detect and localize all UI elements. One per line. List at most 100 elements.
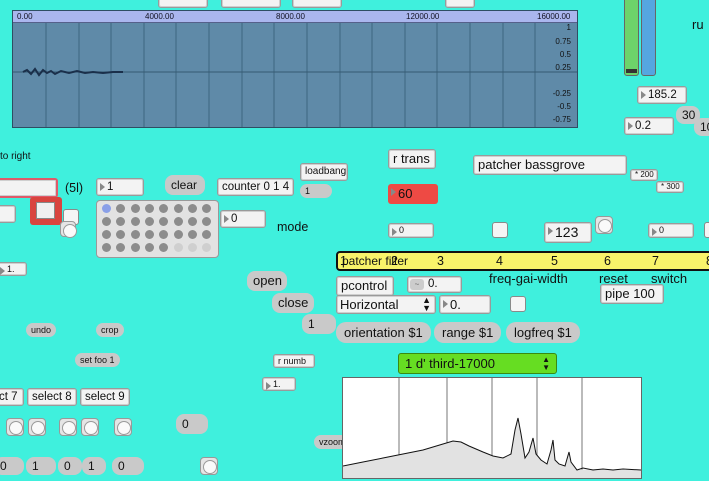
pipe-100-object[interactable]: pipe 100 — [600, 284, 664, 304]
matrix-cell[interactable] — [116, 204, 126, 213]
loadbang-object[interactable]: loadbang — [300, 163, 348, 181]
orientation-number-box[interactable]: 0. — [439, 295, 491, 314]
close-button[interactable]: close — [272, 293, 314, 313]
bang-button[interactable] — [28, 418, 46, 436]
orientation-message[interactable]: orientation $1 — [336, 322, 431, 343]
bang-button[interactable] — [81, 418, 99, 436]
record-toggle[interactable] — [30, 197, 62, 225]
r-trans-object[interactable]: r trans — [388, 149, 436, 169]
matrix-cell[interactable] — [159, 217, 169, 226]
matrix-cell[interactable] — [202, 217, 212, 226]
matrix-cell[interactable] — [173, 243, 183, 252]
matrix-cell[interactable] — [102, 217, 111, 226]
matrix-cell[interactable] — [187, 243, 197, 252]
zero-message[interactable]: 0 — [176, 414, 208, 434]
int-number-box[interactable]: 0 — [648, 223, 694, 238]
matrix-cell[interactable] — [159, 230, 169, 239]
int-number-box[interactable]: 0 — [388, 223, 434, 238]
number-message[interactable]: 0 — [58, 457, 82, 475]
bang-button[interactable] — [6, 418, 24, 436]
matrix-cell[interactable] — [202, 243, 212, 252]
pcontrol-number-box[interactable]: ~ 0. — [407, 276, 462, 293]
multiply-300-object[interactable]: * 300 — [656, 181, 684, 193]
top-object-partial[interactable] — [445, 0, 475, 8]
bang-button[interactable] — [59, 418, 77, 436]
matrix-cell[interactable] — [144, 204, 154, 213]
number-message[interactable]: 1 — [82, 457, 106, 475]
int-number-box[interactable]: 1 — [96, 178, 144, 196]
numb-output-number[interactable]: 1. — [262, 377, 296, 391]
matrix-cell[interactable] — [130, 230, 140, 239]
matrix-cell[interactable] — [187, 230, 197, 239]
clear-button[interactable]: clear — [165, 175, 205, 195]
number-message-10[interactable]: 10 — [694, 118, 709, 136]
loadbang-output[interactable]: 1 — [300, 184, 332, 198]
select-7-object[interactable]: ct 7 — [0, 388, 24, 406]
number-message[interactable]: 1 — [26, 457, 56, 475]
r-numb-object[interactable]: r numb — [273, 354, 315, 368]
matrix-cell[interactable] — [130, 217, 140, 226]
patcher-bassgrove-object[interactable]: patcher bassgrove — [473, 155, 627, 175]
matrix-cell[interactable] — [102, 243, 111, 252]
bang-button[interactable] — [595, 216, 613, 234]
logfreq-message[interactable]: logfreq $1 — [506, 322, 580, 343]
button-matrix[interactable] — [96, 200, 219, 258]
float-number-box[interactable]: 1. — [0, 262, 27, 276]
preset-menu[interactable]: 1 d' third-17000 ▲ ▼ — [398, 353, 557, 374]
pcontrol-object[interactable]: pcontrol — [336, 276, 394, 296]
float-number-02[interactable]: 0.2 — [624, 117, 674, 135]
matrix-cell[interactable] — [102, 230, 111, 239]
matrix-cell[interactable] — [187, 204, 197, 213]
spectrum-display[interactable] — [342, 377, 642, 479]
top-object-partial[interactable] — [158, 0, 208, 8]
close-number-message[interactable]: 1 — [302, 314, 336, 334]
trans-number-box[interactable]: 60 — [388, 184, 438, 204]
multiply-200-object[interactable]: * 200 — [630, 169, 658, 181]
matrix-cell[interactable] — [144, 230, 154, 239]
patcher-filter-object[interactable]: patcher filter — [338, 253, 408, 269]
matrix-cell[interactable] — [202, 204, 212, 213]
number-message[interactable]: 0 — [112, 457, 144, 475]
matrix-cell[interactable] — [159, 204, 169, 213]
tab-label[interactable]: 3 — [437, 253, 444, 270]
toggle[interactable] — [704, 222, 709, 238]
matrix-cell[interactable] — [173, 230, 183, 239]
set-foo-button[interactable]: set foo 1 — [75, 353, 120, 367]
undo-button[interactable]: undo — [26, 323, 57, 337]
float-number-185[interactable]: 185.2 — [637, 86, 687, 104]
bang-button[interactable] — [60, 221, 77, 238]
counter-output-number[interactable]: 0 — [220, 210, 266, 228]
matrix-cell[interactable] — [144, 243, 154, 252]
toggle[interactable] — [492, 222, 508, 238]
tab-label[interactable]: 5 — [551, 253, 558, 270]
toggle[interactable] — [510, 296, 526, 312]
matrix-cell[interactable] — [202, 230, 212, 239]
small-field[interactable] — [0, 205, 16, 223]
tab-label[interactable]: 7 — [652, 253, 659, 270]
number-message[interactable]: 0 — [0, 457, 24, 475]
select-8-object[interactable]: select 8 — [27, 388, 77, 406]
open-button[interactable]: open — [247, 271, 287, 291]
matrix-cell[interactable] — [102, 204, 111, 213]
matrix-cell[interactable] — [116, 230, 126, 239]
orientation-dropdown[interactable]: Horizontal ▲ ▼ — [336, 295, 436, 314]
matrix-cell[interactable] — [130, 204, 140, 213]
tab-label[interactable]: 6 — [604, 253, 611, 270]
crop-button[interactable]: crop — [96, 323, 124, 337]
matrix-cell[interactable] — [187, 217, 197, 226]
matrix-cell[interactable] — [144, 217, 154, 226]
matrix-cell[interactable] — [173, 217, 183, 226]
matrix-cell[interactable] — [173, 204, 183, 213]
matrix-cell[interactable] — [130, 243, 140, 252]
counter-object[interactable]: counter 0 1 4 — [217, 178, 294, 196]
matrix-cell[interactable] — [116, 243, 126, 252]
range-message[interactable]: range $1 — [434, 322, 502, 343]
select-9-object[interactable]: select 9 — [80, 388, 130, 406]
level-slider-green[interactable] — [624, 0, 639, 76]
matrix-cell[interactable] — [159, 243, 169, 252]
bang-button[interactable] — [200, 457, 218, 475]
bang-button[interactable] — [114, 418, 132, 436]
top-object-partial[interactable] — [221, 0, 281, 8]
level-slider-blue[interactable] — [641, 0, 656, 76]
waveform-display[interactable]: 0.00 4000.00 8000.00 12000.00 16000.00 1… — [12, 10, 578, 128]
